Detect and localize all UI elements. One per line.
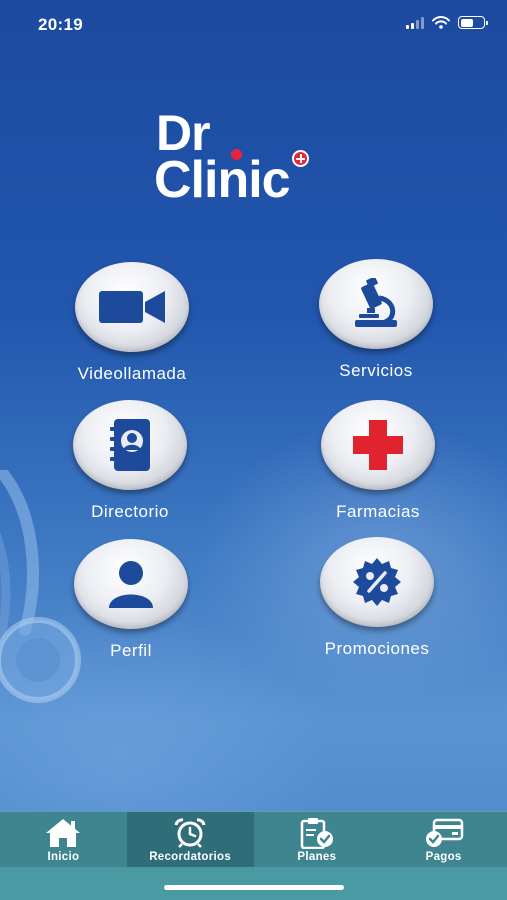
logo-line-clinic: Clinic — [154, 151, 291, 209]
bottom-nav-bar: Inicio Recordatorios Planes Pagos — [0, 811, 507, 867]
menu-item-promociones[interactable]: Promociones — [297, 537, 457, 659]
home-indicator[interactable] — [164, 885, 344, 890]
address-book-icon — [110, 419, 150, 471]
menu-label: Promociones — [324, 639, 430, 658]
menu-label: Farmacias — [336, 502, 420, 521]
discount-badge-icon — [353, 558, 401, 606]
menu-item-perfil[interactable]: Perfil — [51, 539, 211, 661]
status-bar: 20:19 — [0, 0, 507, 50]
app-screen: 20:19 Dr Clinic Videollamada Servicios D… — [0, 0, 507, 900]
video-camera-icon — [99, 291, 165, 323]
cellular-signal-icon — [406, 16, 424, 29]
menu-label: Videollamada — [77, 364, 187, 383]
menu-label: Servicios — [339, 361, 413, 380]
menu-item-directorio[interactable]: Directorio — [50, 400, 210, 522]
farmacias-button[interactable] — [321, 400, 435, 490]
menu-item-servicios[interactable]: Servicios — [296, 259, 456, 381]
status-time: 20:19 — [38, 15, 83, 34]
nav-label: Planes — [297, 851, 337, 863]
nav-item-inicio[interactable]: Inicio — [0, 812, 127, 867]
nav-item-pagos[interactable]: Pagos — [380, 812, 507, 867]
nav-label: Pagos — [425, 851, 462, 863]
promociones-button[interactable] — [320, 537, 434, 627]
servicios-button[interactable] — [319, 259, 433, 349]
status-icons — [406, 16, 488, 29]
red-cross-icon — [353, 420, 403, 470]
user-icon — [109, 561, 153, 608]
nav-item-planes[interactable]: Planes — [254, 812, 381, 867]
nav-label: Recordatorios — [149, 851, 232, 863]
home-indicator-area — [0, 867, 507, 900]
nav-item-recordatorios[interactable]: Recordatorios — [126, 812, 254, 867]
battery-icon — [458, 16, 488, 29]
alarm-clock-icon — [174, 818, 206, 848]
menu-label: Directorio — [91, 502, 169, 521]
menu-label: Perfil — [110, 641, 152, 660]
wifi-icon — [432, 16, 450, 29]
videollamada-button[interactable] — [75, 262, 189, 352]
directorio-button[interactable] — [73, 400, 187, 490]
clipboard-check-icon — [300, 818, 333, 849]
payment-card-icon — [425, 818, 463, 847]
dr-clinic-logo: Dr Clinic — [152, 108, 362, 208]
menu-item-videollamada[interactable]: Videollamada — [52, 262, 212, 384]
nav-label: Inicio — [47, 851, 80, 863]
perfil-button[interactable] — [74, 539, 188, 629]
microscope-icon — [355, 278, 397, 327]
logo-cross-icon — [292, 150, 309, 167]
home-icon — [46, 819, 81, 847]
menu-item-farmacias[interactable]: Farmacias — [298, 400, 458, 522]
